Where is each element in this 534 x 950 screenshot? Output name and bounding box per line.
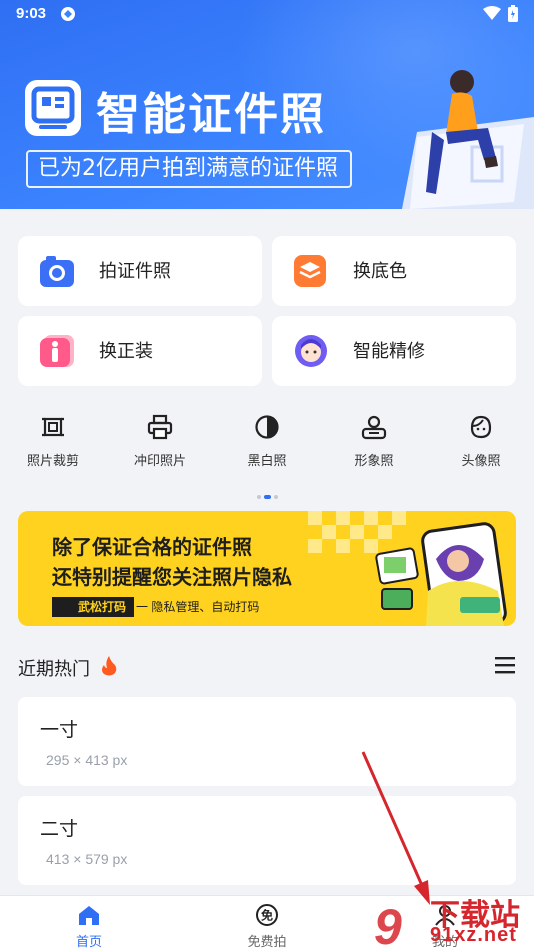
nav-label: 免费拍 [247, 934, 287, 949]
tool-avatar[interactable]: 头像照 [436, 414, 526, 469]
portrait-icon [361, 415, 387, 440]
camera-icon [40, 255, 74, 287]
promo-line1: 除了保证合格的证件照 [52, 535, 252, 559]
card-change-suit[interactable]: 换正装 [18, 316, 262, 386]
suit-icon [40, 335, 74, 367]
size-name: 一寸 [40, 720, 79, 741]
app-notification-icon [60, 6, 76, 26]
tool-label: 黑白照 [247, 453, 287, 468]
wifi-icon [483, 6, 501, 25]
tag-text: 武松打码 [78, 600, 127, 614]
card-change-background[interactable]: 换底色 [272, 236, 516, 306]
face-icon [294, 335, 328, 367]
crop-icon [42, 417, 64, 437]
tool-black-white[interactable]: 黑白照 [222, 414, 312, 469]
app-logo-icon [25, 80, 81, 136]
hero-banner[interactable]: 9:03 智能证件照 已为2亿用户拍到满意的证件照 [0, 0, 534, 209]
tool-crop[interactable]: 照片裁剪 [8, 414, 98, 469]
status-bar: 9:03 [0, 0, 534, 28]
size-name: 二寸 [40, 819, 79, 840]
tool-label: 头像照 [461, 453, 501, 468]
card-take-photo[interactable]: 拍证件照 [18, 236, 262, 306]
promo-line2: 还特别提醒您关注照片隐私 [52, 565, 292, 589]
promo-tag: 武松打码 [52, 597, 135, 617]
nav-free-shoot[interactable]: 免 免费拍 [217, 896, 317, 950]
carousel-indicator [257, 488, 281, 506]
hero-title: 智能证件照 [96, 89, 326, 140]
battery-icon [508, 5, 518, 26]
watermark-domain: 91xz.net [430, 924, 517, 946]
card-smart-retouch[interactable]: 智能精修 [272, 316, 516, 386]
promo-tag-desc: 一 隐私管理、自动打码 [136, 600, 260, 614]
card-label: 拍证件照 [99, 261, 171, 281]
card-label: 换正装 [99, 341, 153, 361]
flame-icon [102, 656, 117, 676]
hero-illustration [402, 70, 534, 209]
tool-label: 形象照 [354, 453, 394, 468]
tool-label: 冲印照片 [133, 453, 186, 468]
status-time: 9:03 [16, 5, 47, 22]
watermark: 9 下载站 91xz.net [372, 890, 534, 950]
tool-label: 照片裁剪 [26, 453, 79, 468]
watermark-number: 9 [374, 899, 402, 950]
size-card-1inch[interactable]: 一寸 295 × 413 px [18, 697, 516, 786]
tool-portrait[interactable]: 形象照 [329, 414, 419, 469]
section-title: 近期热门 [18, 659, 90, 679]
size-dims: 295 × 413 px [46, 752, 128, 768]
promo-illustration [308, 511, 507, 626]
printer-icon [147, 414, 173, 440]
card-label: 换底色 [353, 261, 407, 281]
tool-print[interactable]: 冲印照片 [115, 414, 205, 469]
size-dims: 413 × 579 px [46, 851, 128, 867]
hero-subtitle: 已为2亿用户拍到满意的证件照 [26, 150, 352, 188]
nav-label: 首页 [75, 934, 102, 949]
nav-home[interactable]: 首页 [39, 896, 139, 950]
size-card-2inch[interactable]: 二寸 413 × 579 px [18, 796, 516, 885]
avatar-face-icon [470, 415, 492, 439]
layers-icon [294, 255, 328, 287]
free-icon: 免 [256, 904, 278, 926]
contrast-icon [255, 415, 279, 439]
svg-text:免: 免 [261, 908, 273, 923]
menu-icon[interactable] [495, 656, 515, 674]
home-icon [79, 906, 99, 925]
promo-banner[interactable]: 除了保证合格的证件照 还特别提醒您关注照片隐私 武松打码 一 隐私管理、自动打码 [18, 511, 516, 626]
card-label: 智能精修 [353, 341, 425, 361]
